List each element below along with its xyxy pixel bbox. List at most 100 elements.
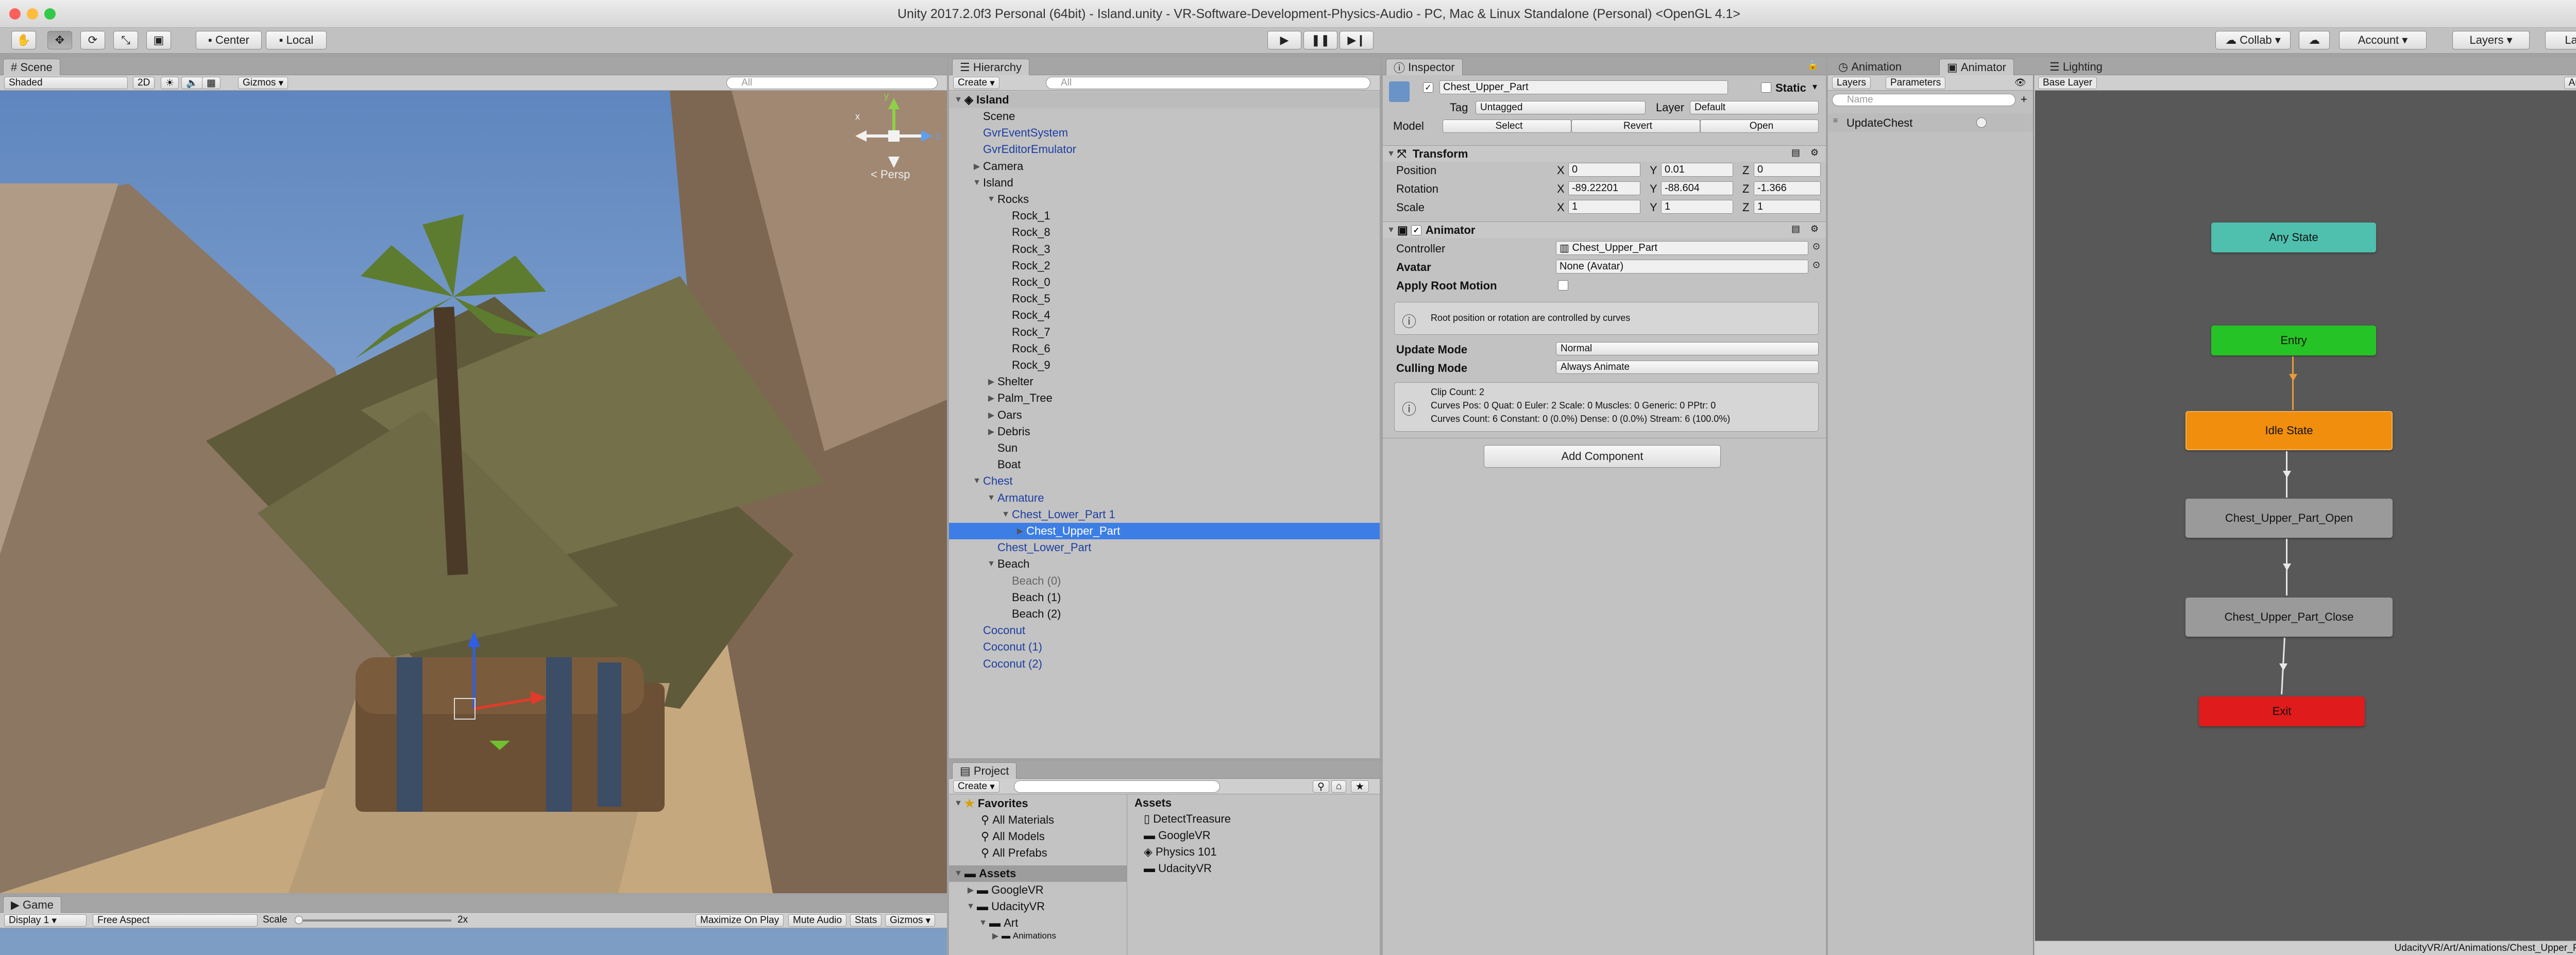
cloud-button[interactable]: ☁ — [2299, 31, 2330, 49]
layers-dropdown[interactable]: Layers ▾ — [2452, 31, 2530, 49]
tab-scene[interactable]: # Scene — [3, 59, 60, 75]
gear-icon[interactable]: ⚙ — [1810, 224, 1819, 234]
hand-tool-button[interactable]: ✋ — [11, 31, 36, 49]
game-viewport[interactable] — [0, 928, 947, 955]
position-y-field[interactable]: 0.01 — [1661, 163, 1733, 177]
model-open-button[interactable]: Open — [1700, 120, 1819, 133]
object-name-field[interactable]: Chest_Upper_Part — [1439, 80, 1728, 94]
animator-component-header[interactable]: ▼ ▣ ✓ Animator — [1383, 221, 1826, 238]
hierarchy-item[interactable]: ▼ Island — [949, 175, 1380, 191]
hierarchy-item[interactable]: ▼ Chest_Lower_Part 1 — [949, 506, 1380, 523]
static-dropdown-arrow-icon[interactable]: ▾ — [1812, 81, 1817, 92]
chest-open-state-node[interactable]: Chest_Upper_Part_Open — [2185, 499, 2393, 538]
rect-tool-button[interactable]: ▣ — [146, 31, 171, 49]
stats-toggle[interactable]: Stats — [850, 914, 882, 927]
audio-toggle[interactable]: 🔈 — [181, 77, 203, 89]
drag-handle-icon[interactable]: ≡ — [1833, 116, 1838, 126]
hierarchy-item[interactable]: Scene — [949, 108, 1380, 125]
hierarchy-item[interactable]: Coconut — [949, 622, 1380, 639]
state-machine-graph[interactable]: Base Layer Auto Live Link Any State Entr… — [2035, 75, 2576, 955]
scene-viewport[interactable]: y z x < Persp — [0, 91, 947, 893]
hierarchy-item[interactable]: Rock_5 — [949, 291, 1380, 307]
layers-tab[interactable]: Layers — [1832, 77, 1871, 89]
object-picker-icon[interactable]: ⊙ — [1812, 260, 1820, 270]
rotation-z-field[interactable]: -1.366 — [1754, 181, 1821, 195]
parameters-tab[interactable]: Parameters — [1886, 77, 1946, 89]
rotate-tool-button[interactable]: ⟳ — [80, 31, 105, 49]
gear-icon[interactable]: ⚙ — [1810, 147, 1819, 158]
filter-by-type-button[interactable]: ⚲ — [1313, 780, 1329, 793]
scale-tool-button[interactable]: ⤡ — [113, 31, 138, 49]
filter-by-label-button[interactable]: ⌂ — [1331, 780, 1347, 793]
position-z-field[interactable]: 0 — [1754, 163, 1821, 177]
expand-arrow-icon[interactable]: ▼ — [971, 476, 983, 486]
lighting-toggle[interactable]: ☀ — [161, 77, 179, 89]
collapsed-arrow-icon[interactable]: ▶ — [971, 161, 983, 172]
hierarchy-item[interactable]: ▶ Palm_Tree — [949, 390, 1380, 406]
entry-node[interactable]: Entry — [2211, 326, 2376, 355]
update-mode-dropdown[interactable]: Normal — [1556, 342, 1819, 355]
scene-search-input[interactable]: All — [726, 77, 938, 89]
hierarchy-item[interactable]: Beach (1) — [949, 589, 1380, 606]
scene-gizmos-dropdown[interactable]: Gizmos ▾ — [238, 77, 289, 89]
hierarchy-item[interactable]: Rock_2 — [949, 258, 1380, 274]
tab-lighting[interactable]: ☰ Lighting — [2042, 59, 2110, 75]
hierarchy-item[interactable]: ▼ Armature — [949, 490, 1380, 506]
exit-node[interactable]: Exit — [2199, 696, 2365, 726]
rotation-x-field[interactable]: -89.22201 — [1568, 181, 1640, 195]
hierarchy-item[interactable]: ▼ Chest — [949, 473, 1380, 489]
step-button[interactable]: ▶❙ — [1340, 31, 1374, 49]
folder-row[interactable]: ▼ ▬ UdacityVR — [949, 898, 1127, 915]
add-parameter-button[interactable]: + — [2021, 93, 2027, 106]
hierarchy-item[interactable]: Rock_4 — [949, 307, 1380, 323]
model-revert-button[interactable]: Revert — [1571, 120, 1700, 133]
static-checkbox[interactable] — [1761, 82, 1771, 93]
hierarchy-item[interactable]: Rock_1 — [949, 208, 1380, 224]
collapsed-arrow-icon[interactable]: ▶ — [985, 427, 997, 437]
avatar-field[interactable]: None (Avatar) — [1556, 260, 1808, 274]
collapsed-arrow-icon[interactable]: ▶ — [1014, 526, 1026, 536]
favorite-item[interactable]: ⚲ All Models — [949, 828, 1127, 845]
tab-project[interactable]: ▤ Project — [952, 762, 1017, 779]
collab-dropdown[interactable]: ☁ Collab ▾ — [2215, 31, 2291, 49]
apply-root-motion-checkbox[interactable] — [1558, 280, 1568, 291]
culling-mode-dropdown[interactable]: Always Animate — [1556, 361, 1819, 374]
active-checkbox[interactable]: ✓ — [1423, 82, 1433, 93]
account-dropdown[interactable]: Account ▾ — [2339, 31, 2427, 49]
collapsed-arrow-icon[interactable]: ▶ — [985, 377, 997, 387]
idle-state-node[interactable]: Idle State — [2185, 411, 2393, 450]
auto-live-link-toggle[interactable]: Auto Live Link — [2564, 77, 2576, 89]
maximize-on-play-toggle[interactable]: Maximize On Play — [696, 914, 784, 927]
entry-transition[interactable] — [2292, 356, 2294, 410]
model-select-button[interactable]: Select — [1443, 120, 1571, 133]
hierarchy-item[interactable]: Rock_0 — [949, 274, 1380, 291]
shading-dropdown[interactable]: Shaded — [4, 77, 128, 89]
hierarchy-item[interactable]: ▶ Debris — [949, 423, 1380, 440]
tab-hierarchy[interactable]: ☰ Hierarchy — [952, 59, 1029, 75]
hierarchy-item[interactable]: GvrEditorEmulator — [949, 141, 1380, 158]
folder-row[interactable]: ▼ ▬ Art — [949, 915, 1127, 931]
scale-y-field[interactable]: 1 — [1661, 200, 1733, 214]
hierarchy-search-input[interactable]: All — [1046, 77, 1370, 89]
asset-item[interactable]: ▬ UdacityVR — [1129, 860, 1380, 877]
tab-game[interactable]: ▶ Game — [3, 896, 61, 913]
layout-dropdown[interactable]: Layout ▾ — [2545, 31, 2576, 49]
eye-icon[interactable]: 👁 — [2014, 77, 2026, 88]
assets-folder-row[interactable]: ▼ ▬ Assets — [949, 865, 1127, 882]
help-book-icon[interactable]: ▤ — [1791, 224, 1800, 234]
asset-item[interactable]: ◈ Physics 101 — [1129, 844, 1380, 860]
parameter-row[interactable]: ≡ UpdateChest — [1828, 113, 2033, 132]
hierarchy-item[interactable]: Rock_3 — [949, 241, 1380, 258]
asset-item[interactable]: ▬ GoogleVR — [1129, 827, 1380, 844]
hierarchy-item[interactable]: Coconut (1) — [949, 639, 1380, 655]
display-dropdown[interactable]: Display 1 ▾ — [4, 914, 87, 927]
tab-animator[interactable]: ▣ Animator — [1939, 59, 2014, 75]
folder-row[interactable]: ▶ ▬ GoogleVR — [949, 882, 1127, 898]
mute-audio-toggle[interactable]: Mute Audio — [788, 914, 847, 927]
favorites-header[interactable]: ▼ ★ Favorites — [949, 795, 1127, 812]
hierarchy-item[interactable]: Beach (0) — [949, 573, 1380, 589]
play-button[interactable]: ▶ — [1267, 31, 1301, 49]
hierarchy-item[interactable]: Rock_9 — [949, 357, 1380, 373]
collapsed-arrow-icon[interactable]: ▶ — [985, 410, 997, 420]
hierarchy-item[interactable]: ▶ Oars — [949, 407, 1380, 423]
